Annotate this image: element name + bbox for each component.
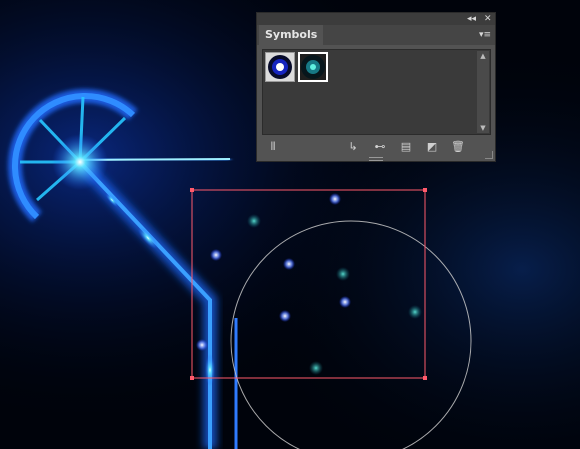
panel-tab-row: Symbols ▾≡: [257, 25, 495, 45]
symbol-instance-teal: [336, 267, 350, 281]
place-symbol-instance-icon[interactable]: ↳: [344, 137, 362, 157]
selection-handle-bl[interactable]: [190, 376, 194, 380]
selection-handle-tl[interactable]: [190, 188, 194, 192]
symbol-instance-teal: [408, 305, 422, 319]
symbol-instance-teal: [309, 361, 323, 375]
symbol-instance-white: [339, 296, 351, 308]
symbols-toolbar: ⫴ ↳ ⊷ ▤ ◩ 🗑: [257, 137, 495, 157]
tab-symbols[interactable]: Symbols: [259, 25, 324, 45]
close-panel-icon[interactable]: ✕: [484, 13, 492, 25]
symbol-instance-white: [279, 310, 291, 322]
symbols-panel: ◂◂ ✕ Symbols ▾≡ ▲ ▼ ⫴ ↳ ⊷ ▤ ◩ 🗑: [256, 12, 496, 162]
selection-handle-tr[interactable]: [423, 188, 427, 192]
panel-resize-grip[interactable]: [369, 157, 383, 161]
symbol-instance-teal: [247, 214, 261, 228]
break-link-icon[interactable]: ⊷: [371, 137, 389, 157]
new-symbol-icon[interactable]: ◩: [423, 137, 441, 157]
delete-symbol-icon[interactable]: 🗑: [449, 137, 467, 157]
symbol-instance-white: [283, 258, 295, 270]
symbol-instance-white: [210, 249, 222, 261]
panel-menu-icon[interactable]: ▾≡: [479, 25, 491, 45]
panel-title-bar[interactable]: ◂◂ ✕: [257, 13, 495, 25]
blue-sphere-icon: [266, 53, 294, 81]
scroll-down-icon[interactable]: ▼: [477, 123, 489, 133]
symbols-list: ▲ ▼: [262, 49, 491, 135]
symbol-thumbnail-blue[interactable]: [265, 52, 295, 82]
symbol-instance-white: [196, 339, 208, 351]
symbol-libraries-icon[interactable]: ⫴: [263, 137, 283, 157]
symbol-instance-white: [329, 193, 341, 205]
scroll-up-icon[interactable]: ▲: [477, 51, 489, 61]
panel-resize-corner[interactable]: [485, 151, 493, 159]
collapse-panel-icon[interactable]: ◂◂: [467, 13, 476, 25]
selection-handle-br[interactable]: [423, 376, 427, 380]
symbol-thumbnail-cyan[interactable]: [298, 52, 328, 82]
cyan-sphere-icon: [300, 54, 326, 80]
symbol-options-icon[interactable]: ▤: [397, 137, 415, 157]
symbols-list-scrollbar[interactable]: ▲ ▼: [477, 51, 489, 133]
